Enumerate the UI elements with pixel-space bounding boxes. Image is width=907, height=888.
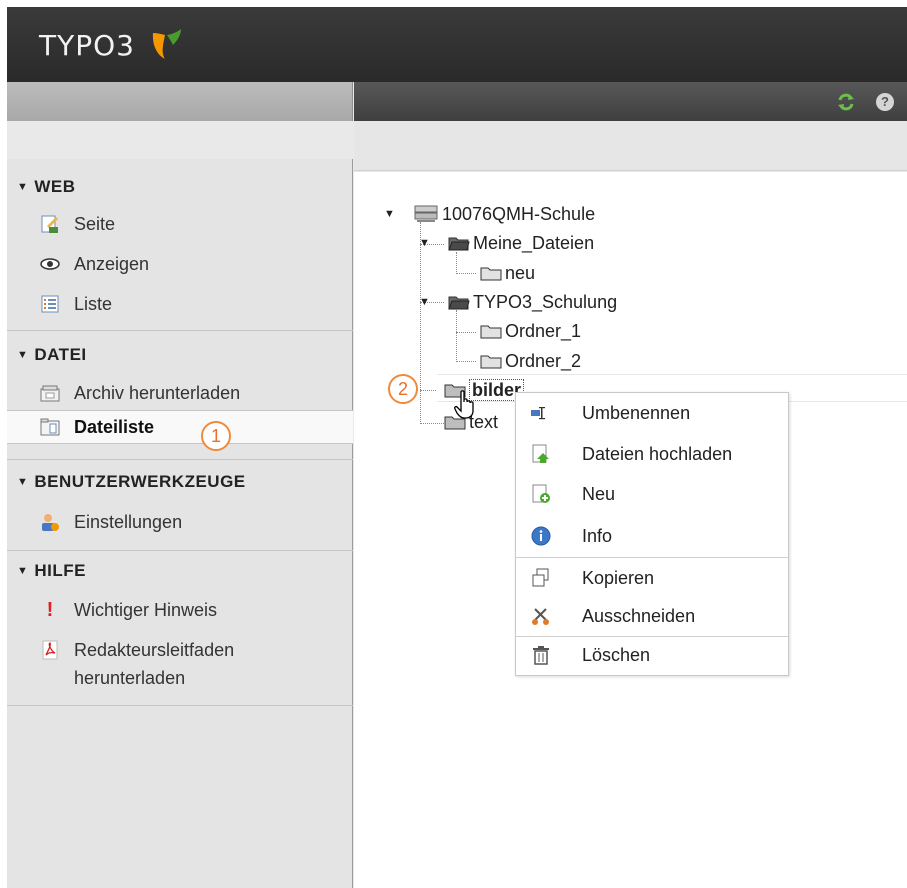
collapse-triangle-icon: ▼ [17,565,29,577]
group-header-hilfe[interactable]: ▼ HILFE [17,561,86,581]
menu-item-label: Umbenennen [582,403,691,423]
server-icon [414,205,438,222]
expand-triangle-icon[interactable]: ▼ [384,202,395,226]
app-window: TYPO3 ? ▼ WEB Seite Anzeigen Liste ▼ DAT… [7,7,907,888]
filelist-icon [40,418,60,436]
top-bar: TYPO3 [7,7,907,82]
sidebar-item-label-line2: herunterladen [74,668,186,688]
tree-node-label: neu [505,263,536,283]
menu-item-info[interactable]: Info [516,517,788,555]
tree-line [456,310,457,362]
sidebar-item-label: Seite [74,214,116,234]
collapse-triangle-icon: ▼ [17,181,29,193]
info-icon [531,526,551,546]
sidebar-item-label: Liste [74,294,113,314]
menu-separator [516,557,788,558]
collapse-triangle-icon: ▼ [17,476,29,488]
scissors-icon [532,608,549,625]
sidebar-item-label: Archiv herunterladen [74,383,241,403]
group-benutzerwerkzeuge: ▼ BENUTZERWERKZEUGE Einstellungen [7,459,353,551]
sidebar-item-label: Redakteursleitfaden [74,640,235,660]
exclamation-icon: ! [46,599,54,621]
group-header-benutzerwerkzeuge[interactable]: ▼ BENUTZERWERKZEUGE [17,472,246,492]
refresh-icon[interactable] [837,93,855,111]
folder-icon [480,325,502,339]
folder-open-icon [448,296,470,310]
menu-item-label: Ausschneiden [582,606,696,626]
sidebar-toolbar [7,82,353,121]
menu-item-kopieren[interactable]: Kopieren [516,559,788,597]
tree-line [420,423,444,424]
tree-line [456,252,457,274]
group-title: WEB [34,177,76,196]
sidebar-spacer [7,121,353,159]
menu-item-ausschneiden[interactable]: Ausschneiden [516,597,788,635]
trash-icon [533,646,549,665]
copy-icon [532,568,549,587]
menu-item-dateien-hochladen[interactable]: Dateien hochladen [516,435,788,473]
folder-icon [480,355,502,369]
new-file-icon [532,484,550,503]
menu-item-label: Neu [582,484,616,504]
group-header-datei[interactable]: ▼ DATEI [17,345,87,365]
typo3-logo-icon [152,29,181,59]
help-icon[interactable]: ? [876,93,894,111]
group-web: ▼ WEB Seite Anzeigen Liste [7,159,353,331]
context-menu: Umbenennen Dateien hochladen Neu Info Ko… [515,392,789,676]
list-icon [41,295,59,313]
folder-icon [480,267,502,281]
menu-item-umbenennen[interactable]: Umbenennen [516,394,788,432]
tree-line [456,361,476,362]
tree-node-label: Meine_Dateien [473,233,595,253]
page-icon [41,215,58,233]
tree-node-label: 10076QMH-Schule [442,204,596,224]
group-title: BENUTZERWERKZEUGE [34,472,246,491]
group-header-web[interactable]: ▼ WEB [17,177,76,197]
menu-item-neu[interactable]: Neu [516,475,788,513]
user-settings-icon [42,514,59,531]
menu-item-label: Info [582,526,613,546]
pdf-icon [42,640,58,660]
tree-line [456,273,476,274]
menu-item-label: Kopieren [582,568,655,588]
rename-icon [531,407,545,420]
sidebar-item-dateiliste[interactable]: Dateiliste [7,410,353,444]
group-title: HILFE [34,561,86,580]
tree-node-label: Ordner_2 [505,351,582,371]
sidebar-item-label: Einstellungen [74,512,183,532]
group-hilfe: ▼ HILFE ! Wichtiger Hinweis Redakteurslei… [7,551,353,706]
expand-triangle-icon[interactable]: ▼ [419,231,430,255]
tree-node-label: Ordner_1 [505,321,582,341]
tree-line [456,332,476,333]
sidebar-item-label: Dateiliste [74,417,155,437]
tree-node-label: TYPO3_Schulung [473,292,618,312]
expand-triangle-icon[interactable]: ▼ [419,290,430,314]
content-toolbar: ? [354,82,907,121]
module-menu: ▼ WEB Seite Anzeigen Liste ▼ DATEI Archiv … [7,121,353,888]
group-title: DATEI [34,345,87,364]
menu-item-loeschen[interactable]: Löschen [516,636,788,674]
sidebar-item-label: Wichtiger Hinweis [74,600,218,620]
content-header-strip [354,121,907,171]
upload-icon [532,444,549,463]
menu-item-label: Dateien hochladen [582,444,733,464]
annotation-badge-1: 1 [201,421,231,451]
collapse-triangle-icon: ▼ [17,349,29,361]
eye-icon [40,258,60,270]
folder-open-icon [448,237,470,251]
archive-icon [40,385,60,402]
menu-item-label: Löschen [582,645,651,665]
hand-cursor-icon [454,390,474,419]
logo-text: TYPO3 [39,29,135,62]
sidebar-item-label: Anzeigen [74,254,150,274]
annotation-badge-2: 2 [388,374,418,404]
